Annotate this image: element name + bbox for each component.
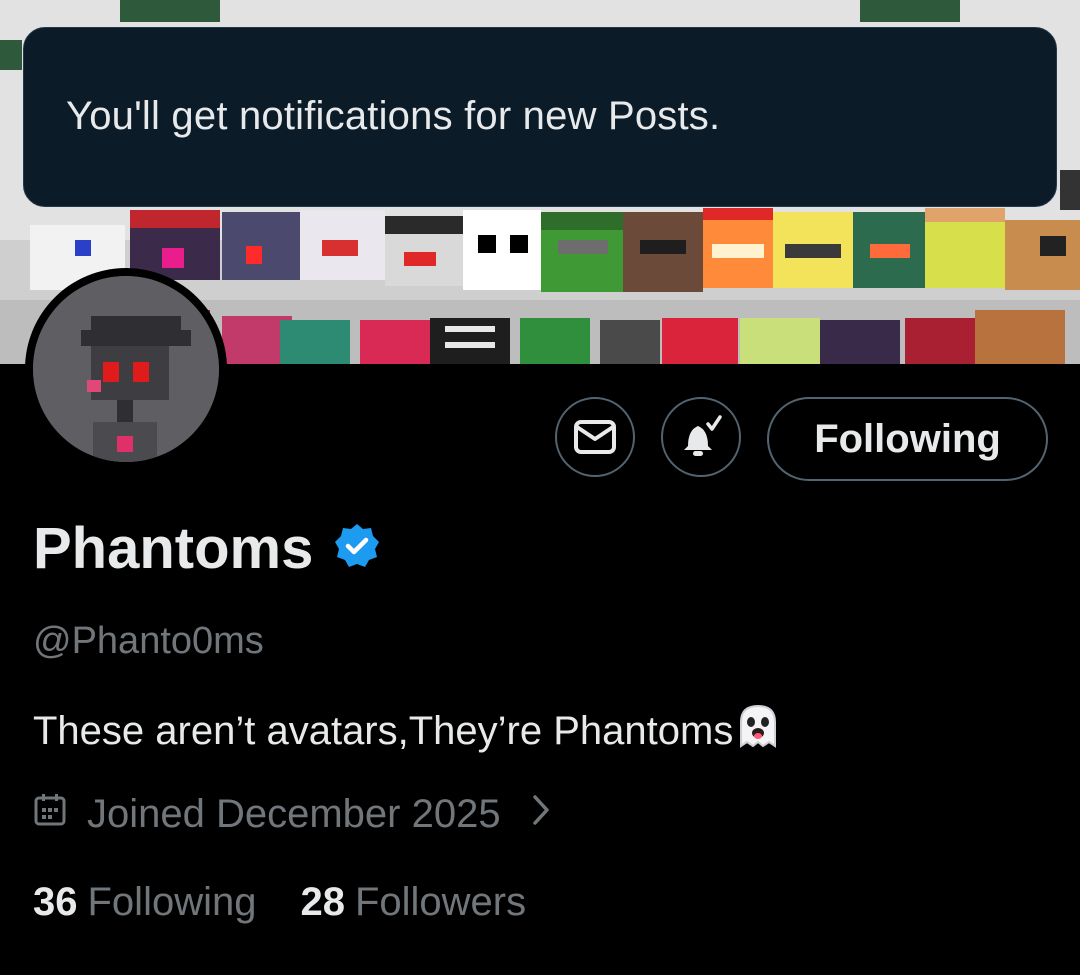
profile-bio: These aren’t avatars,They’re Phantoms — [33, 702, 781, 760]
avatar-image — [33, 276, 219, 462]
joined-date-row[interactable]: Joined December 2025 — [33, 792, 551, 837]
profile-stats: 36 Following 28 Followers — [33, 880, 570, 925]
notifications-button[interactable] — [661, 397, 741, 477]
verified-badge-icon[interactable] — [333, 522, 381, 575]
followers-count: 28 — [300, 880, 345, 924]
followers-label: Followers — [354, 880, 527, 924]
message-button[interactable] — [555, 397, 635, 477]
profile-handle: @Phanto0ms — [33, 620, 264, 662]
ghost-icon — [735, 702, 781, 760]
toast-message: You'll get notifications for new Posts. — [66, 94, 721, 138]
pixel-robot-icon — [33, 276, 219, 462]
avatar[interactable] — [25, 268, 227, 470]
calendar-icon — [33, 792, 67, 837]
profile-name-row: Phantoms — [33, 515, 381, 582]
notification-toast: You'll get notifications for new Posts. — [23, 27, 1057, 207]
bell-check-icon — [684, 415, 722, 456]
following-stat-link[interactable]: 36 Following — [33, 880, 256, 925]
chevron-right-icon — [531, 792, 551, 837]
bio-text: These aren’t avatars,They’re Phantoms — [33, 708, 734, 753]
followers-stat-link[interactable]: 28 Followers — [300, 880, 526, 925]
profile-name: Phantoms — [33, 516, 314, 581]
following-count: 36 — [33, 880, 78, 924]
joined-date-text: Joined December 2025 — [87, 792, 501, 836]
envelope-icon — [574, 420, 616, 454]
following-button[interactable]: Following — [767, 397, 1048, 481]
following-label: Following — [87, 880, 257, 924]
